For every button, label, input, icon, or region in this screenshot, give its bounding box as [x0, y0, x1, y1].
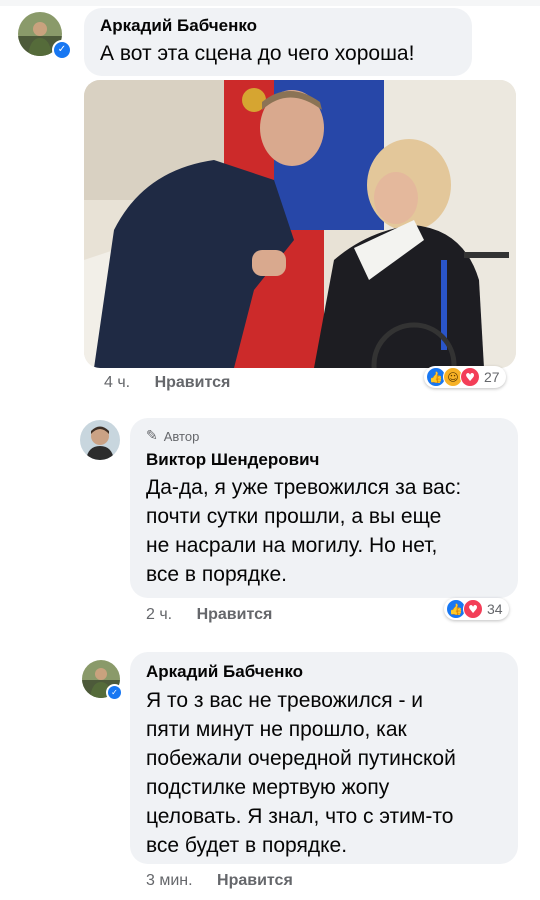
comment-line: все в порядке. [146, 563, 287, 586]
comment-line: не насрали на могилу. Но нет, [146, 534, 438, 557]
comment-timestamp[interactable]: 4 ч. [104, 374, 130, 391]
comment-line: побежали очередной путинской [146, 747, 456, 770]
comment-bubble: Аркадий Бабченко Я то з вас не тревожилс… [130, 652, 518, 864]
pen-icon: ✎ [146, 428, 158, 444]
love-reaction-icon: ♥ [463, 599, 483, 619]
like-button[interactable]: Нравится [155, 374, 231, 391]
like-button[interactable]: Нравится [197, 606, 273, 623]
comment-author[interactable]: Виктор Шендерович [146, 450, 502, 470]
reaction-count: 27 [484, 369, 500, 385]
verified-badge-icon: ✓ [106, 684, 123, 701]
comment-line: почти сутки прошли, а вы еще [146, 505, 442, 528]
top-divider [0, 0, 540, 6]
comment-text: А вот эта сцена до чего хороша! [100, 42, 415, 65]
comment-meta: 4 ч. Нравится [104, 374, 230, 392]
comment-bubble: ✎ Автор Виктор Шендерович Да-да, я уже т… [130, 418, 518, 598]
comment-timestamp[interactable]: 3 мин. [146, 872, 193, 889]
reaction-summary[interactable]: 👍 ♥ 34 [444, 598, 509, 620]
comment-line: все будет в порядке. [146, 834, 348, 857]
like-button[interactable]: Нравится [217, 872, 293, 889]
comment-bubble: Аркадий Бабченко А вот эта сцена до чего… [84, 8, 472, 76]
verified-badge-icon: ✓ [52, 40, 72, 60]
comment-meta: 3 мин. Нравится [146, 872, 293, 890]
author-badge: ✎ Автор [146, 428, 502, 444]
reaction-summary[interactable]: 👍 ☺ ♥ 27 [424, 366, 506, 388]
reaction-count: 34 [487, 601, 503, 617]
avatar-viktor[interactable] [80, 420, 120, 460]
comment-photo[interactable] [84, 80, 516, 368]
comment-text: Я то з вас не тревожился - и пяти минут … [146, 686, 502, 860]
comment-line: пяти минут не прошло, как [146, 718, 407, 741]
comment-meta: 2 ч. Нравится [146, 606, 272, 624]
comment-author[interactable]: Аркадий Бабченко [146, 662, 502, 682]
comment-line: подстилке мертвую жопу [146, 776, 390, 799]
author-badge-label: Автор [163, 428, 200, 444]
comment-line: Я то з вас не тревожился - и [146, 689, 424, 712]
comment-text: Да-да, я уже тревожился за вас: почти су… [146, 473, 502, 589]
love-reaction-icon: ♥ [460, 367, 480, 387]
comment-line: Да-да, я уже тревожился за вас: [146, 476, 462, 499]
comment-line: целовать. Я знал, что с этим-то [146, 805, 454, 828]
comment-timestamp[interactable]: 2 ч. [146, 606, 172, 623]
comment-author[interactable]: Аркадий Бабченко [100, 16, 456, 36]
